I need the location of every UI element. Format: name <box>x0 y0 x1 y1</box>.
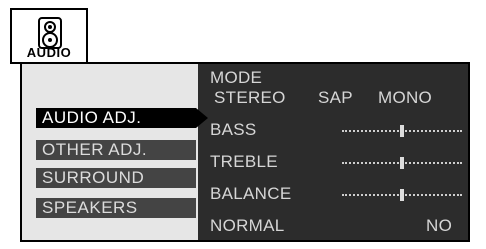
balance-slider[interactable] <box>342 189 462 201</box>
menu-item-speakers[interactable]: SPEAKERS <box>36 198 196 218</box>
bass-slider[interactable] <box>342 125 462 137</box>
mode-option-sap[interactable]: SAP <box>318 88 353 108</box>
menu-item-other-adj[interactable]: OTHER ADJ. <box>36 140 196 160</box>
audio-tab-label: AUDIO <box>26 45 72 60</box>
treble-slider[interactable] <box>342 157 462 169</box>
treble-slider-thumb[interactable] <box>400 157 404 169</box>
balance-slider-thumb[interactable] <box>400 189 404 201</box>
normal-label: NORMAL <box>210 216 285 235</box>
treble-label: TREBLE <box>210 152 278 171</box>
menu-item-audio-adj[interactable]: AUDIO ADJ. <box>36 108 208 128</box>
mode-option-mono[interactable]: MONO <box>378 88 432 108</box>
balance-label: BALANCE <box>210 184 292 203</box>
normal-value[interactable]: NO <box>426 216 452 236</box>
bass-label: BASS <box>210 120 257 139</box>
menu-item-surround[interactable]: SURROUND <box>36 168 196 188</box>
mode-label: MODE <box>210 68 263 87</box>
audio-menu-tab[interactable]: AUDIO <box>10 8 88 64</box>
bass-slider-thumb[interactable] <box>400 125 404 137</box>
audio-settings-panel: AUDIO ADJ. OTHER ADJ. SURROUND SPEAKERS … <box>20 62 470 242</box>
mode-option-stereo[interactable]: STEREO <box>214 88 286 108</box>
